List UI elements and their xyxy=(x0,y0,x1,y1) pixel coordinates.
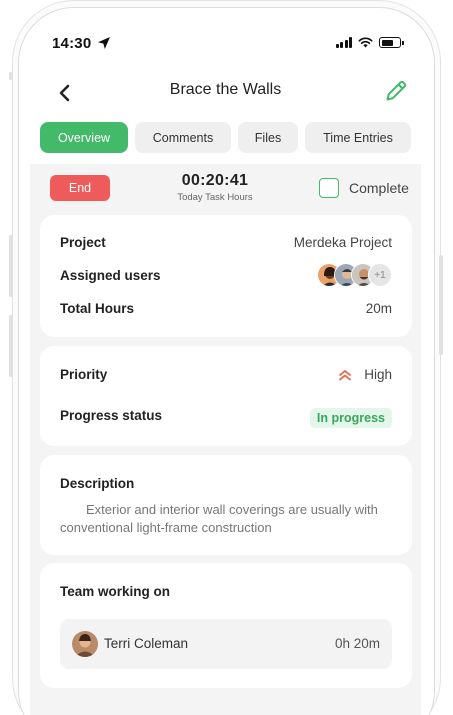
description-text: Exterior and interior wall coverings are… xyxy=(60,502,378,535)
team-member-row[interactable]: Terri Coleman 0h 20m xyxy=(60,619,392,669)
details-card: Project Merdeka Project Assigned users +… xyxy=(40,215,412,337)
description-heading: Description xyxy=(60,476,135,491)
tab-time-entries[interactable]: Time Entries xyxy=(305,122,411,153)
more-users-badge[interactable]: +1 xyxy=(368,263,392,287)
page-title: Brace the Walls xyxy=(169,81,282,98)
avatar xyxy=(72,631,98,657)
status-bar: 14:30 xyxy=(30,18,421,68)
wifi-icon xyxy=(358,37,373,48)
team-heading: Team working on xyxy=(60,584,171,599)
team-member-time: 0h 20m xyxy=(334,636,380,651)
device-side-button xyxy=(9,72,13,80)
description-card: Description Exterior and interior wall c… xyxy=(40,455,412,555)
project-value: Merdeka Project xyxy=(293,235,392,250)
progress-status-label: Progress status xyxy=(60,408,163,423)
assigned-users-label: Assigned users xyxy=(60,268,161,283)
timer-subtitle: Today Task Hours xyxy=(177,192,253,203)
edit-pencil-icon[interactable] xyxy=(383,78,409,104)
team-member-name: Terri Coleman xyxy=(104,636,189,651)
tab-files[interactable]: Files xyxy=(238,122,298,153)
location-arrow-icon xyxy=(98,37,110,49)
priority-label: Priority xyxy=(60,367,108,382)
app-screen: 14:30 Brace the Walls Overview Comments … xyxy=(30,18,421,715)
device-power-button xyxy=(439,255,443,355)
device-volume-down xyxy=(9,315,13,377)
priority-value: High xyxy=(364,367,392,382)
timer-value: 00:20:41 xyxy=(181,172,249,189)
tab-bar: Overview Comments Files Time Entries xyxy=(30,118,421,164)
complete-checkbox[interactable] xyxy=(319,178,339,198)
total-hours-value: 20m xyxy=(365,301,392,316)
timer-row: End 00:20:41 Today Task Hours Complete xyxy=(30,164,421,214)
system-icons xyxy=(335,37,404,48)
status-time: 14:30 xyxy=(52,35,92,52)
team-card: Team working on Terri Coleman 0h 20m xyxy=(40,563,412,688)
battery-icon xyxy=(379,37,404,48)
cellular-signal-icon xyxy=(335,37,352,48)
end-timer-button[interactable]: End xyxy=(50,175,110,201)
device-volume-up xyxy=(9,235,13,297)
tab-overview[interactable]: Overview xyxy=(40,122,128,153)
progress-status-badge: In progress xyxy=(309,408,392,428)
assigned-users-avatars[interactable]: +1 xyxy=(317,263,392,287)
header: Brace the Walls xyxy=(30,68,421,118)
project-label: Project xyxy=(60,235,106,250)
priority-chevrons-icon xyxy=(339,370,351,381)
tab-comments[interactable]: Comments xyxy=(135,122,231,153)
total-hours-label: Total Hours xyxy=(60,301,134,316)
status-card: Priority High Progress status In progres… xyxy=(40,346,412,446)
complete-label[interactable]: Complete xyxy=(349,180,409,196)
